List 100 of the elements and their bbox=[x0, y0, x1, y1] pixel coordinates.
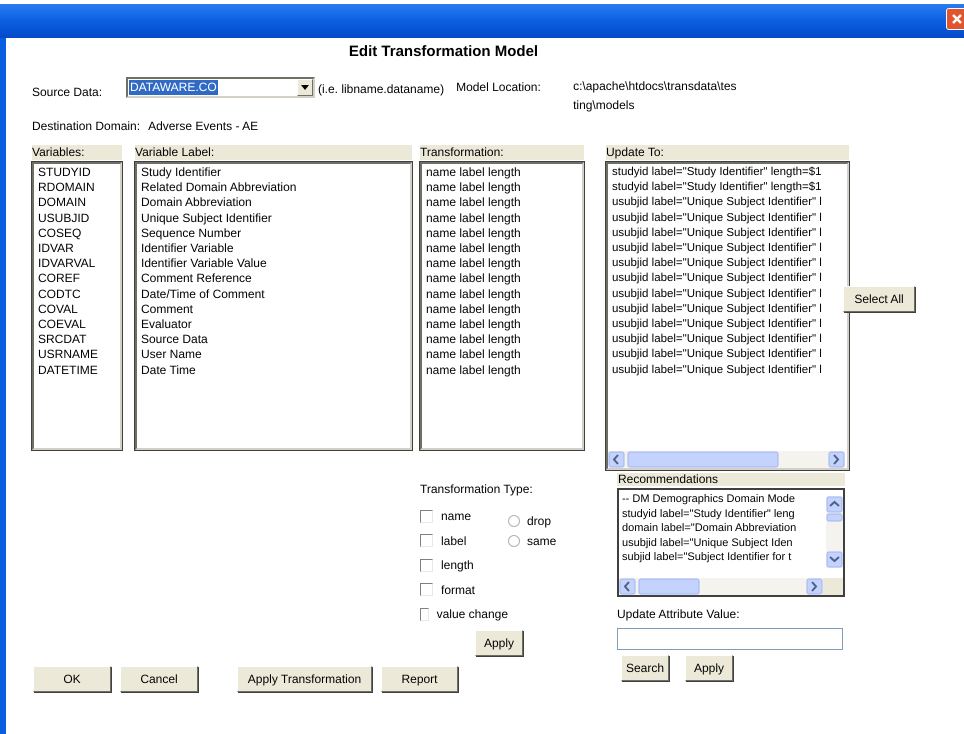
list-item[interactable]: studyid label="Study Identifier" length=$1 bbox=[612, 165, 822, 180]
button[interactable]: Report bbox=[381, 666, 458, 692]
checkbox[interactable] bbox=[420, 608, 429, 621]
list-item[interactable]: Comment Reference bbox=[141, 271, 252, 287]
checkbox-label: length bbox=[441, 557, 474, 574]
dropdown[interactable]: DATAWARE.CO bbox=[126, 77, 315, 98]
list-item[interactable]: usubjid label="Unique Subject Iden bbox=[622, 536, 793, 550]
list-item[interactable]: name label length bbox=[426, 317, 521, 332]
field-label: Destination Domain: bbox=[32, 118, 140, 135]
list-item[interactable]: DOMAIN bbox=[38, 195, 86, 211]
checkbox[interactable] bbox=[420, 558, 433, 572]
list-item[interactable]: User Name bbox=[141, 347, 202, 363]
list-item[interactable]: COVAL bbox=[38, 302, 78, 318]
button[interactable]: Search bbox=[621, 655, 669, 681]
list-item[interactable]: usubjid label="Unique Subject Identifier" l bbox=[612, 226, 822, 242]
list-item[interactable]: usubjid label="Unique Subject Identifier" l bbox=[612, 362, 822, 378]
checkbox[interactable] bbox=[420, 534, 433, 548]
list-box[interactable]: -- DM Demographics Domain Mode studyid label="Study Identifier" leng domain label="Domain Abbreviation usubjid label="Unique Subject Iden subjid label="Subject Identifier for t bbox=[617, 488, 845, 597]
list-item[interactable]: Date/Time of Comment bbox=[141, 286, 265, 302]
list-item[interactable]: name label length bbox=[426, 302, 521, 318]
column-header: Variables: bbox=[32, 145, 122, 160]
list-item[interactable]: studyid label="Study Identifier" leng bbox=[622, 506, 795, 521]
checkbox[interactable] bbox=[420, 510, 433, 523]
caret-icon bbox=[301, 85, 309, 90]
column-header: Variable Label: bbox=[135, 145, 412, 160]
list-item[interactable]: -- DM Demographics Domain Mode bbox=[622, 492, 795, 506]
list-item[interactable]: usubjid label="Unique Subject Identifier" l bbox=[612, 195, 822, 211]
list-item[interactable]: Domain Abbreviation bbox=[141, 195, 252, 211]
list-item[interactable]: COREF bbox=[38, 271, 80, 287]
list-item[interactable]: usubjid label="Unique Subject Identifier" l bbox=[612, 241, 822, 256]
button[interactable]: Apply bbox=[685, 655, 733, 681]
button[interactable]: Cancel bbox=[120, 666, 198, 692]
section-label: Transformation Type: bbox=[420, 481, 534, 498]
list-item[interactable]: USRNAME bbox=[38, 347, 98, 363]
list-item[interactable]: usubjid label="Unique Subject Identifier" l bbox=[612, 271, 822, 287]
list-item[interactable]: Comment bbox=[141, 302, 194, 318]
list-item[interactable]: name label length bbox=[426, 226, 521, 242]
list-item[interactable]: STUDYID bbox=[38, 165, 91, 180]
input-field[interactable] bbox=[617, 628, 843, 650]
radio-label: same bbox=[527, 533, 556, 550]
list-item[interactable]: name label length bbox=[426, 165, 521, 180]
list-item[interactable]: name label length bbox=[426, 256, 521, 272]
list-item[interactable]: Identifier Variable Value bbox=[141, 256, 267, 272]
list-item[interactable]: name label length bbox=[426, 195, 521, 211]
field-value: Adverse Events - AE bbox=[148, 118, 258, 135]
checkbox-label: name bbox=[441, 508, 472, 526]
list-item[interactable]: USUBJID bbox=[38, 210, 90, 226]
field-label: Model Location: bbox=[456, 79, 542, 96]
list-item[interactable]: COSEQ bbox=[38, 226, 82, 242]
button[interactable]: OK bbox=[33, 666, 111, 692]
list-item[interactable]: CODTC bbox=[38, 286, 81, 302]
list-item[interactable]: COEVAL bbox=[38, 317, 86, 332]
list-item[interactable]: usubjid label="Unique Subject Identifier" l bbox=[612, 210, 822, 226]
radio-button[interactable] bbox=[508, 515, 520, 527]
list-item[interactable]: SRCDAT bbox=[38, 332, 86, 348]
list-item[interactable]: domain label="Domain Abbreviation bbox=[622, 521, 796, 536]
list-item[interactable]: IDVAR bbox=[38, 241, 74, 256]
list-item[interactable]: name label length bbox=[426, 332, 521, 348]
list-item[interactable]: IDVARVAL bbox=[38, 256, 96, 272]
list-item[interactable]: studyid label="Study Identifier" length=$1 bbox=[612, 180, 822, 196]
list-item[interactable]: usubjid label="Unique Subject Identifier" l bbox=[612, 317, 822, 332]
list-item[interactable]: Related Domain Abbreviation bbox=[141, 180, 296, 196]
close-icon bbox=[951, 13, 963, 25]
list-item[interactable]: usubjid label="Unique Subject Identifier" l bbox=[612, 256, 822, 272]
list-item[interactable]: usubjid label="Unique Subject Identifier" l bbox=[612, 302, 822, 318]
list-item[interactable]: name label length bbox=[426, 180, 521, 196]
list-item[interactable]: name label length bbox=[426, 210, 521, 226]
list-item[interactable]: name label length bbox=[426, 362, 521, 378]
list-box[interactable] bbox=[606, 162, 849, 470]
list-box[interactable] bbox=[420, 162, 584, 450]
list-item[interactable]: RDOMAIN bbox=[38, 180, 95, 196]
list-item[interactable]: usubjid label="Unique Subject Identifier" l bbox=[612, 286, 822, 302]
button[interactable]: Apply Transformation bbox=[237, 666, 372, 692]
list-item[interactable]: name label length bbox=[426, 241, 521, 256]
list-item[interactable]: Date Time bbox=[141, 362, 196, 378]
list-item[interactable]: Unique Subject Identifier bbox=[141, 210, 272, 226]
list-item[interactable]: Sequence Number bbox=[141, 226, 242, 242]
list-item[interactable]: usubjid label="Unique Subject Identifier" l bbox=[612, 347, 822, 363]
button[interactable]: Select All bbox=[843, 286, 915, 312]
list-item[interactable]: Evaluator bbox=[141, 317, 192, 332]
vertical-scrollbar[interactable] bbox=[826, 496, 843, 568]
list-item[interactable]: Source Data bbox=[141, 332, 208, 348]
list-item[interactable]: Identifier Variable bbox=[141, 241, 234, 256]
list-item[interactable]: Study Identifier bbox=[141, 165, 222, 180]
checkbox[interactable] bbox=[420, 583, 433, 596]
list-item[interactable]: subjid label="Subject Identifier for t bbox=[622, 550, 792, 564]
radio-button[interactable] bbox=[508, 535, 520, 547]
horizontal-scrollbar[interactable] bbox=[619, 578, 823, 595]
list-item[interactable]: usubjid label="Unique Subject Identifier" l bbox=[612, 332, 822, 348]
list-box[interactable]: STUDYID RDOMAIN DOMAIN USUBJID COSEQ IDVAR IDVARVAL COREF CODTC COVAL COEVAL SRCDAT USRNAME DATETIME bbox=[32, 162, 122, 450]
close-button[interactable] bbox=[946, 8, 964, 30]
list-item[interactable]: name label length bbox=[426, 347, 521, 363]
list-item[interactable]: name label length bbox=[426, 286, 521, 302]
list-item[interactable]: DATETIME bbox=[38, 362, 98, 378]
button[interactable]: Apply bbox=[475, 630, 523, 656]
list-box[interactable] bbox=[135, 162, 412, 450]
horizontal-scrollbar[interactable] bbox=[608, 451, 845, 468]
list-item[interactable]: name label length bbox=[426, 271, 521, 287]
column-header: Transformation: bbox=[420, 145, 584, 160]
radio-label: drop bbox=[527, 513, 552, 530]
